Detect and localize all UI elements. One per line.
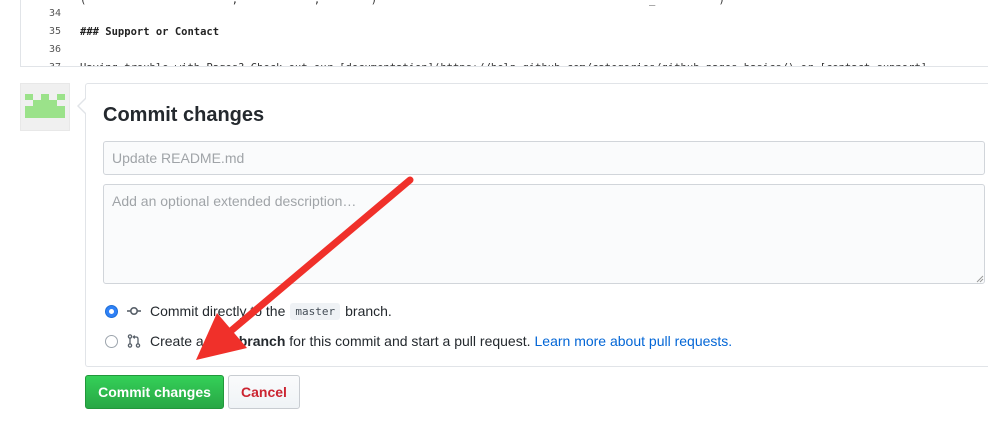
code-line: 36 xyxy=(21,41,988,59)
code-line: 34 xyxy=(21,5,988,23)
line-number: 34 xyxy=(48,8,61,19)
line-number: 37 xyxy=(21,59,61,66)
branch-name-tag: master xyxy=(290,302,341,320)
line-number: 35 xyxy=(48,26,61,37)
line-text: ### Support or Contact xyxy=(80,26,220,38)
cancel-button[interactable]: Cancel xyxy=(228,375,300,409)
new-branch-bold: new branch xyxy=(207,333,286,349)
code-line: 37 Having trouble with Pages? Check out … xyxy=(21,59,988,66)
code-editor[interactable]: ( , , ) _ ) 34 35 ### Support or Contact… xyxy=(20,0,988,67)
new-branch-suffix: for this commit and start a pull request… xyxy=(289,333,531,349)
identicon-avatar[interactable] xyxy=(20,83,70,131)
commit-summary-input[interactable] xyxy=(103,141,985,175)
commit-description-textarea[interactable] xyxy=(103,184,985,284)
commit-direct-text: Commit directly to the xyxy=(150,303,286,319)
commit-form-title: Commit changes xyxy=(103,104,265,126)
new-branch-option[interactable]: Create a new branch for this commit and … xyxy=(105,331,732,351)
learn-more-pull-requests-link[interactable]: Learn more about pull requests. xyxy=(535,333,733,349)
git-pull-request-icon xyxy=(127,334,141,348)
commit-direct-suffix: branch. xyxy=(345,303,392,319)
commit-form: Commit changes Commit directly to the ma… xyxy=(77,83,988,367)
line-text: Having trouble with Pages? Check out our… xyxy=(80,59,927,66)
identicon-avatar-icon xyxy=(25,94,65,118)
code-line: 35 ### Support or Contact xyxy=(21,23,988,41)
commit-changes-button[interactable]: Commit changes xyxy=(85,375,224,409)
new-branch-radio[interactable] xyxy=(105,334,118,348)
speech-caret-fill xyxy=(79,99,86,113)
resize-grip-icon[interactable] xyxy=(976,275,984,283)
commit-direct-radio[interactable] xyxy=(105,304,118,318)
line-number: 36 xyxy=(48,44,61,55)
commit-direct-option[interactable]: Commit directly to the master branch. xyxy=(105,301,392,321)
new-branch-text: Create a xyxy=(150,333,204,349)
git-commit-icon xyxy=(127,306,141,316)
